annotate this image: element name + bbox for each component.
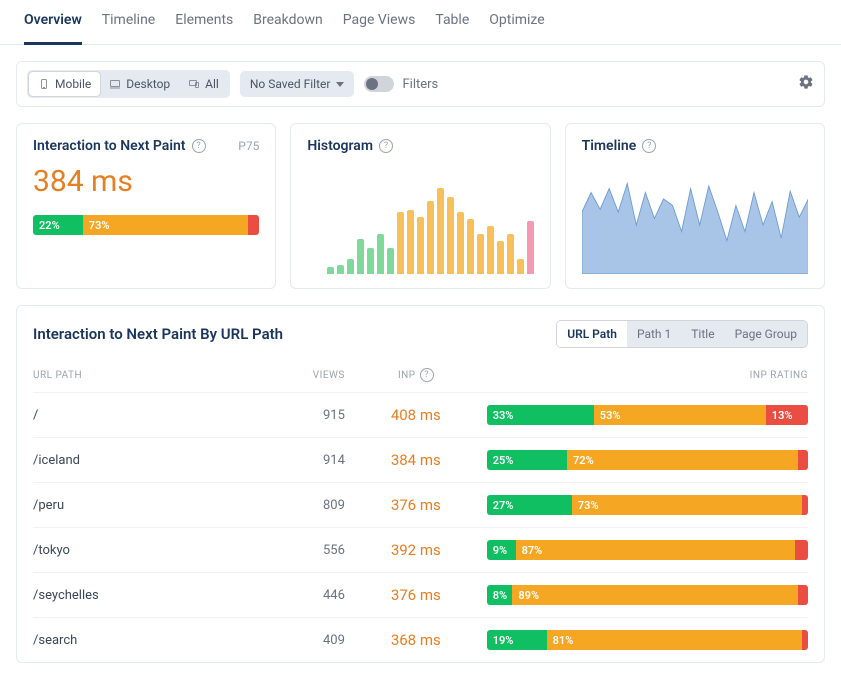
row-views: 556 [259,543,345,558]
histogram-bar [357,239,364,274]
row-views: 409 [259,633,345,648]
row-inp: 376 ms [357,586,475,604]
timeline-chart [582,164,808,274]
row-inp: 368 ms [357,631,475,649]
row-rating-bar: 9%87% [487,540,808,560]
histogram-bar [367,248,374,274]
device-mobile[interactable]: Mobile [29,72,100,96]
table-header: URL PATH VIEWS INP ? INP RATING [33,362,808,392]
col-rating: INP RATING [487,370,808,381]
metric-value: 384 ms [33,164,259,199]
metric-card: Interaction to Next Paint ? P75 384 ms 2… [16,123,276,289]
tab-overview[interactable]: Overview [24,12,82,45]
histogram-bar [417,217,424,274]
gear-icon [798,74,814,90]
device-segment: MobileDesktopAll [27,70,230,98]
tab-page-views[interactable]: Page Views [343,12,416,44]
tab-elements[interactable]: Elements [175,12,233,44]
filter-toolbar: MobileDesktopAll No Saved Filter Filters [16,61,825,107]
histogram-bar [337,265,344,274]
histogram-bar [517,259,524,274]
timeline-card: Timeline ? [565,123,825,289]
histogram-bar [407,210,414,274]
row-rating-bar: 19%81% [487,630,808,650]
help-icon[interactable]: ? [420,368,434,382]
histogram-bar [397,212,404,274]
histogram-bar [487,226,494,274]
metric-rating-bar: 22%73% [33,215,259,235]
group-path-1[interactable]: Path 1 [627,321,681,347]
row-path: / [33,408,247,423]
table-row[interactable]: / 915 408 ms 33%53%13% [33,392,808,437]
percentile-badge: P75 [238,139,259,153]
saved-filter-label: No Saved Filter [250,77,331,91]
row-rating-bar: 33%53%13% [487,405,808,425]
help-icon[interactable]: ? [192,139,206,153]
col-inp: INP ? [357,368,475,382]
tab-breakdown[interactable]: Breakdown [253,12,322,44]
tab-optimize[interactable]: Optimize [489,12,544,44]
histogram-bar [447,197,454,274]
group-url-path[interactable]: URL Path [557,321,627,347]
row-path: /search [33,633,247,648]
filters-label: Filters [402,77,438,92]
row-rating-bar: 27%73% [487,495,808,515]
row-path: /seychelles [33,588,247,603]
table-row[interactable]: /peru 809 376 ms 27%73% [33,482,808,527]
group-title[interactable]: Title [681,321,724,347]
help-icon[interactable]: ? [379,139,393,153]
row-views: 915 [259,408,345,423]
top-tabs: Overview Timeline Elements Breakdown Page Vi… [0,0,841,45]
row-inp: 376 ms [357,496,475,514]
col-path: URL PATH [33,370,247,381]
device-all[interactable]: All [179,72,228,96]
row-path: /peru [33,498,247,513]
histogram-bar [387,248,394,274]
histogram-bar [527,221,534,274]
saved-filter-dropdown[interactable]: No Saved Filter [240,71,355,97]
row-rating-bar: 25%72% [487,450,808,470]
group-by-segment: URL PathPath 1TitlePage Group [556,320,808,348]
histogram-bar [457,212,464,274]
row-inp: 392 ms [357,541,475,559]
histogram-bar [327,267,334,274]
histogram-card: Histogram ? [290,123,550,289]
histogram-bar [377,234,384,274]
histogram-bar [477,234,484,274]
detail-panel: Interaction to Next Paint By URL Path UR… [16,305,825,663]
tab-table[interactable]: Table [435,12,469,44]
histogram-bar [507,234,514,274]
filters-toggle[interactable] [364,76,394,92]
row-views: 914 [259,453,345,468]
table-row[interactable]: /tokyo 556 392 ms 9%87% [33,527,808,572]
device-desktop[interactable]: Desktop [100,72,179,96]
histogram-bar [437,188,444,274]
col-views: VIEWS [259,370,345,381]
tab-timeline[interactable]: Timeline [102,12,155,44]
chevron-down-icon [336,82,344,87]
metric-title: Interaction to Next Paint [33,138,186,154]
histogram-bar [427,201,434,274]
histogram-chart [307,164,533,274]
row-views: 809 [259,498,345,513]
help-icon[interactable]: ? [642,139,656,153]
histogram-bar [347,259,354,274]
row-rating-bar: 8%89% [487,585,808,605]
row-inp: 384 ms [357,451,475,469]
group-page-group[interactable]: Page Group [725,321,807,347]
timeline-title: Timeline [582,138,637,154]
table-row[interactable]: /seychelles 446 376 ms 8%89% [33,572,808,617]
row-path: /tokyo [33,543,247,558]
table-row[interactable]: /search 409 368 ms 19%81% [33,617,808,662]
row-views: 446 [259,588,345,603]
detail-title: Interaction to Next Paint By URL Path [33,325,283,343]
histogram-bar [467,219,474,274]
row-path: /iceland [33,453,247,468]
histogram-bar [497,241,504,274]
row-inp: 408 ms [357,406,475,424]
settings-button[interactable] [798,74,814,94]
table-row[interactable]: /iceland 914 384 ms 25%72% [33,437,808,482]
histogram-title: Histogram [307,138,373,154]
